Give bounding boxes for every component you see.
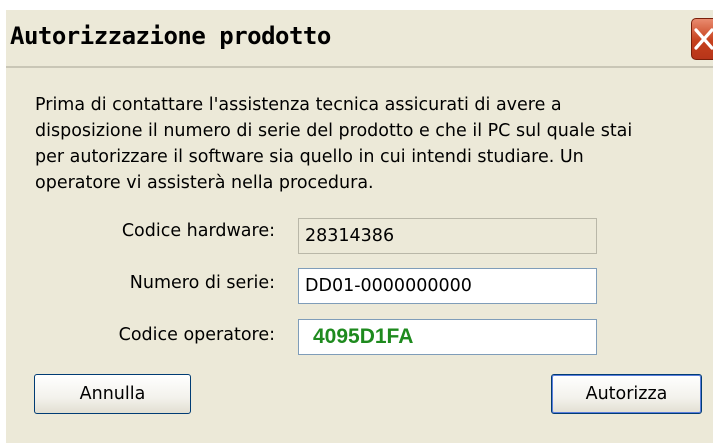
close-button[interactable] [691,18,713,60]
operator-code-field[interactable] [298,319,597,355]
serial-number-label: Numero di serie: [129,273,275,293]
authorize-button[interactable]: Autorizza [551,374,702,414]
hardware-code-label: Codice hardware: [121,221,275,241]
close-icon [694,28,713,50]
message-line: Prima di contattare l'assistenza tecnica… [35,95,562,115]
operator-code-label: Codice operatore: [118,325,275,345]
hardware-code-field[interactable] [298,218,597,254]
authorization-dialog: Autorizzazione prodotto Prima di contatt… [6,10,713,443]
window-title: Autorizzazione prodotto [10,22,331,50]
cancel-button[interactable]: Annulla [34,374,191,414]
serial-number-field[interactable] [298,268,597,304]
message-line: operatore vi assisterà nella procedura. [35,173,374,193]
instruction-message: Prima di contattare l'assistenza tecnica… [35,92,695,196]
title-bar[interactable]: Autorizzazione prodotto [6,10,713,68]
message-line: disposizione il numero di serie del prod… [35,121,633,141]
message-line: per autorizzare il software sia quello i… [35,147,584,167]
